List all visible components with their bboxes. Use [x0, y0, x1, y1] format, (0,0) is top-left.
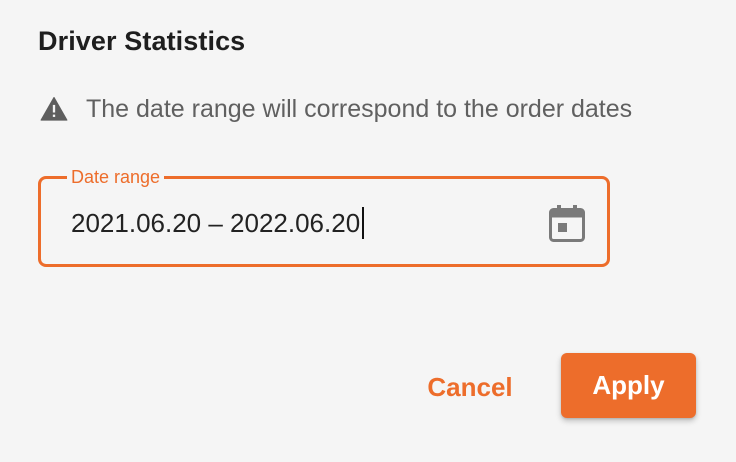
apply-button[interactable]: Apply: [561, 353, 696, 418]
notice-text: The date range will correspond to the or…: [86, 94, 633, 123]
date-range-notice: The date range will correspond to the or…: [40, 92, 632, 126]
date-range-field[interactable]: Date range 2021.06.20 – 2022.06.20: [38, 166, 610, 267]
cancel-button[interactable]: Cancel: [412, 356, 528, 418]
dialog-title: Driver Statistics: [38, 26, 246, 56]
driver-statistics-dialog: Driver Statistics The date range will co…: [0, 0, 736, 462]
date-range-value: 2021.06.20 – 2022.06.20: [71, 208, 361, 238]
calendar-icon[interactable]: [549, 205, 585, 243]
warning-icon: [40, 95, 68, 123]
date-range-input[interactable]: 2021.06.20 – 2022.06.20: [71, 207, 365, 239]
date-range-label: Date range: [67, 166, 165, 188]
text-caret: [362, 207, 365, 239]
